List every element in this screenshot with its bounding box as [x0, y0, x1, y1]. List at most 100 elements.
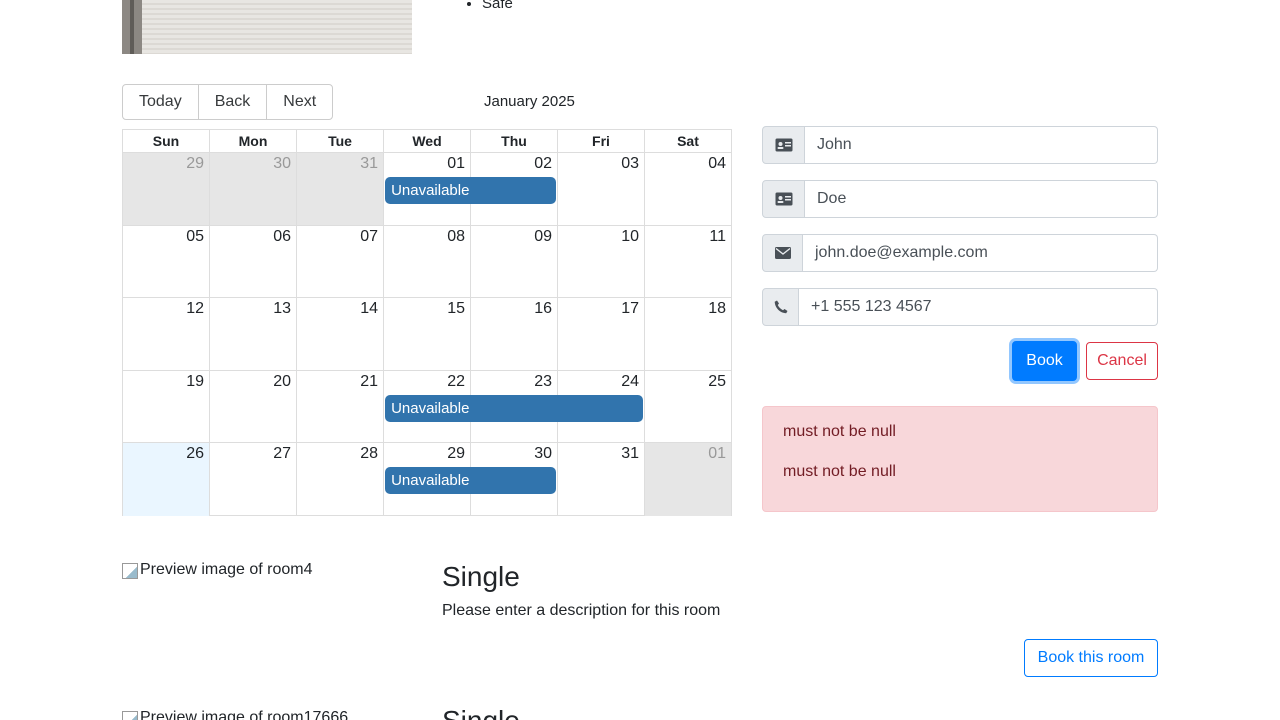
calendar-day-cell[interactable]: 05 — [123, 226, 209, 298]
day-number[interactable]: 19 — [186, 373, 204, 391]
calendar-day-cell[interactable]: 07 — [296, 225, 383, 298]
room-preview-alt-text: Preview image of room17666 — [140, 709, 349, 720]
bed-frame-shadow — [130, 0, 134, 54]
calendar-week-row: 12 13 14 15 16 17 18 — [123, 298, 731, 371]
calendar-day-cell[interactable]: 16 — [470, 298, 557, 370]
next-button[interactable]: Next — [266, 84, 334, 120]
calendar-day-cell[interactable]: 13 — [209, 298, 296, 370]
room-photo — [122, 0, 412, 54]
day-number[interactable]: 30 — [534, 445, 552, 463]
calendar-day-cell[interactable]: 20 — [209, 370, 296, 443]
day-number[interactable]: 08 — [447, 228, 465, 246]
day-number[interactable]: 29 — [447, 445, 465, 463]
day-number[interactable]: 24 — [621, 373, 639, 391]
day-number[interactable]: 26 — [186, 445, 204, 463]
day-number[interactable]: 10 — [621, 228, 639, 246]
day-number[interactable]: 01 — [447, 155, 465, 173]
unavailable-event[interactable]: Unavailable — [385, 177, 556, 204]
calendar-day-cell[interactable]: 04 — [644, 153, 731, 225]
day-number[interactable]: 04 — [708, 155, 726, 173]
calendar-day-cell[interactable]: 06 — [209, 225, 296, 298]
calendar-day-cell[interactable]: 01 — [644, 443, 731, 516]
phone-group: +1 555 123 4567 — [762, 288, 1158, 326]
day-number[interactable]: 27 — [273, 445, 291, 463]
day-number[interactable]: 14 — [360, 300, 378, 318]
unavailable-event[interactable]: Unavailable — [385, 467, 556, 495]
calendar-day-cell[interactable]: 31 — [557, 443, 644, 516]
error-alert: must not be null must not be null — [762, 406, 1158, 512]
booking-form: John Doe john.doe@example.com +1 555 123… — [762, 126, 1158, 381]
day-number[interactable]: 05 — [186, 228, 204, 246]
calendar-day-cell[interactable]: 19 — [123, 371, 209, 443]
day-number[interactable]: 21 — [360, 373, 378, 391]
day-number[interactable]: 18 — [708, 300, 726, 318]
day-number[interactable]: 03 — [621, 155, 639, 173]
calendar-day-cell[interactable]: 28 — [296, 443, 383, 516]
day-number[interactable]: 01 — [708, 445, 726, 463]
room-title: Single — [442, 561, 520, 592]
day-number[interactable]: 07 — [360, 228, 378, 246]
day-number[interactable]: 09 — [534, 228, 552, 246]
weekday-header: Sun — [152, 133, 180, 149]
day-number[interactable]: 30 — [273, 155, 291, 173]
calendar-day-cell[interactable]: 10 — [557, 225, 644, 298]
day-number[interactable]: 15 — [447, 300, 465, 318]
weekday-header: Mon — [209, 130, 296, 152]
day-number[interactable]: 22 — [447, 373, 465, 391]
day-number[interactable]: 17 — [621, 300, 639, 318]
calendar-day-cell[interactable]: 30 — [209, 153, 296, 225]
cancel-button[interactable]: Cancel — [1086, 342, 1158, 380]
envelope-icon — [762, 234, 803, 272]
day-number[interactable]: 02 — [534, 155, 552, 173]
calendar-week-row: 05 06 07 08 09 10 11 — [123, 225, 731, 299]
room-preview-alt-text: Preview image of room4 — [140, 561, 313, 578]
calendar-day-cell[interactable]: 09 — [470, 225, 557, 298]
calendar-day-cell[interactable]: 27 — [209, 443, 296, 516]
day-number[interactable]: 06 — [273, 228, 291, 246]
calendar-day-cell[interactable]: 21 — [296, 370, 383, 443]
broken-image-icon — [122, 711, 138, 720]
day-number[interactable]: 20 — [273, 373, 291, 391]
book-this-room-button[interactable]: Book this room — [1024, 639, 1158, 677]
form-actions: Book Cancel — [762, 341, 1158, 381]
day-number[interactable]: 29 — [186, 155, 204, 173]
firstname-input[interactable]: John — [805, 126, 1158, 164]
day-number[interactable]: 23 — [534, 373, 552, 391]
calendar-day-cell[interactable]: 17 — [557, 298, 644, 370]
day-number[interactable]: 28 — [360, 445, 378, 463]
calendar-day-cell[interactable]: 14 — [296, 298, 383, 370]
calendar-month-label: January 2025 — [484, 93, 575, 110]
calendar-day-cell[interactable]: 15 — [383, 298, 470, 370]
weekday-header: Tue — [296, 130, 383, 152]
day-number[interactable]: 31 — [621, 445, 639, 463]
day-number[interactable]: 12 — [186, 300, 204, 318]
day-number[interactable]: 11 — [709, 228, 726, 246]
room-preview-image: Preview image of room17666 — [122, 709, 348, 720]
lastname-group: Doe — [762, 180, 1158, 218]
lastname-input[interactable]: Doe — [805, 180, 1158, 218]
email-input[interactable]: john.doe@example.com — [803, 234, 1158, 272]
calendar-day-cell[interactable]: 26 — [123, 443, 209, 516]
calendar-day-cell[interactable]: 29 — [123, 153, 209, 225]
day-number[interactable]: 13 — [273, 300, 291, 318]
day-number[interactable]: 31 — [360, 155, 378, 173]
booking-calendar: Sun Mon Tue Wed Thu Fri Sat 29 30 31 01 02 03… — [122, 129, 732, 516]
book-button[interactable]: Book — [1012, 341, 1077, 381]
calendar-day-cell[interactable]: 03 — [557, 153, 644, 225]
calendar-day-cell[interactable]: 12 — [123, 298, 209, 370]
unavailable-event[interactable]: Unavailable — [385, 394, 643, 422]
calendar-day-cell[interactable]: 18 — [644, 298, 731, 370]
calendar-header: Sun Mon Tue Wed Thu Fri Sat — [123, 130, 731, 153]
error-message: must not be null — [783, 423, 896, 440]
calendar-day-cell[interactable]: 11 — [644, 225, 731, 298]
calendar-day-cell[interactable]: 25 — [644, 370, 731, 443]
phone-input[interactable]: +1 555 123 4567 — [799, 288, 1158, 326]
back-button[interactable]: Back — [197, 84, 268, 120]
weekday-header: Wed — [383, 130, 470, 152]
calendar-day-cell[interactable]: 31 — [296, 153, 383, 225]
today-button[interactable]: Today — [122, 84, 199, 120]
day-number[interactable]: 25 — [708, 373, 726, 391]
day-number[interactable]: 16 — [534, 300, 552, 318]
calendar-day-cell[interactable]: 08 — [383, 225, 470, 298]
calendar-week-row: 29 30 31 01 02 03 04 Unavailable — [123, 153, 731, 226]
